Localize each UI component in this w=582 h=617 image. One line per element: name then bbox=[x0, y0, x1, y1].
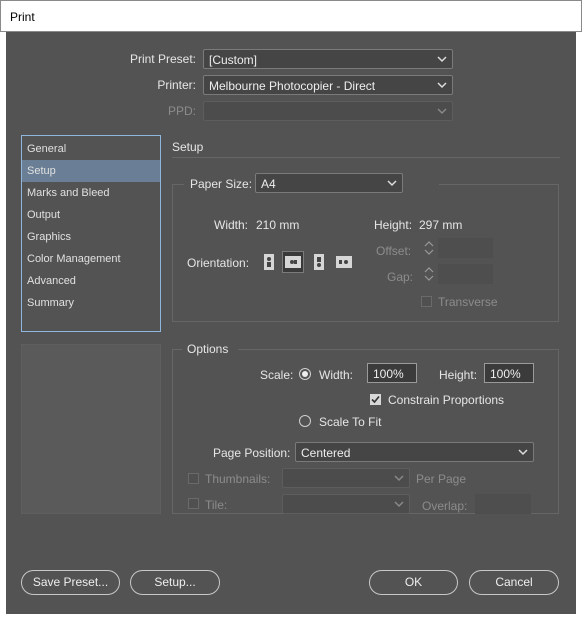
per-page-label: Per Page bbox=[416, 472, 467, 486]
overlap-input[interactable] bbox=[475, 494, 531, 514]
reverse-landscape-icon bbox=[336, 256, 352, 268]
height-label: Height: bbox=[374, 218, 413, 232]
page-position-select[interactable]: Centered bbox=[295, 442, 534, 462]
orientation-label: Orientation: bbox=[187, 256, 250, 270]
paper-size-label: Paper Size: bbox=[190, 177, 253, 191]
scale-to-fit-radio[interactable] bbox=[299, 415, 311, 427]
divider bbox=[172, 157, 560, 158]
scale-height-input[interactable]: 100% bbox=[484, 363, 534, 383]
gap-stepper-icon[interactable] bbox=[422, 264, 436, 284]
check-icon bbox=[371, 395, 380, 404]
sidebar-item-setup[interactable]: Setup bbox=[22, 160, 160, 182]
ppd-label: PPD: bbox=[167, 104, 196, 118]
constrain-proportions-label: Constrain Proportions bbox=[388, 393, 505, 407]
sidebar-item-label: Advanced bbox=[27, 275, 76, 287]
sidebar-item-advanced[interactable]: Advanced bbox=[22, 270, 160, 292]
scale-width-value: 100% bbox=[373, 367, 404, 381]
setup-heading: Setup bbox=[172, 140, 204, 154]
window-title: Print bbox=[10, 10, 35, 24]
printer-select[interactable]: Melbourne Photocopier - Direct bbox=[203, 75, 453, 95]
sidebar-item-label: Setup bbox=[27, 165, 56, 177]
setup-button[interactable]: Setup... bbox=[130, 570, 220, 595]
landscape-icon bbox=[285, 256, 301, 268]
chevron-down-icon bbox=[387, 180, 397, 187]
landscape-orientation-button[interactable] bbox=[282, 251, 304, 273]
thumbnails-label: Thumbnails: bbox=[205, 472, 271, 486]
sidebar-item-summary[interactable]: Summary bbox=[22, 292, 160, 314]
sidebar-item-label: Output bbox=[27, 209, 61, 221]
sidebar-item-label: Color Management bbox=[27, 253, 121, 265]
transverse-label: Transverse bbox=[438, 295, 498, 309]
tile-label: Tile: bbox=[205, 498, 228, 512]
portrait-orientation-button[interactable] bbox=[260, 252, 278, 272]
print-dialog: Print Preset: [Custom] Printer: Melbourn… bbox=[6, 32, 576, 614]
chevron-down-icon bbox=[437, 56, 447, 63]
transverse-checkbox[interactable] bbox=[421, 296, 432, 307]
chevron-down-icon bbox=[437, 82, 447, 89]
offset-input[interactable] bbox=[438, 238, 493, 258]
sidebar-item-label: Summary bbox=[27, 297, 75, 309]
cancel-button[interactable]: Cancel bbox=[469, 570, 559, 595]
paper-size-select[interactable]: A4 bbox=[255, 173, 403, 193]
printer-value: Melbourne Photocopier - Direct bbox=[209, 79, 376, 93]
offset-label: Offset: bbox=[376, 244, 412, 258]
ok-button[interactable]: OK bbox=[369, 570, 458, 595]
reverse-landscape-orientation-button[interactable] bbox=[334, 252, 352, 272]
print-preset-select[interactable]: [Custom] bbox=[203, 49, 453, 69]
sidebar-item-color-management[interactable]: Color Management bbox=[22, 248, 160, 270]
height-value: 297 mm bbox=[419, 218, 463, 232]
scale-width-label: Width: bbox=[319, 368, 354, 382]
scale-label: Scale: bbox=[260, 368, 294, 382]
tile-select[interactable] bbox=[282, 494, 410, 514]
options-heading: Options bbox=[187, 342, 229, 356]
tile-checkbox[interactable] bbox=[188, 498, 199, 509]
print-preset-label: Print Preset: bbox=[129, 52, 196, 66]
scale-to-fit-label: Scale To Fit bbox=[319, 415, 382, 429]
scale-width-radio[interactable] bbox=[299, 368, 311, 380]
overlap-label: Overlap: bbox=[422, 499, 468, 513]
width-value: 210 mm bbox=[256, 218, 300, 232]
chevron-down-icon bbox=[394, 475, 404, 482]
sidebar-item-label: General bbox=[27, 143, 67, 155]
printer-label: Printer: bbox=[157, 78, 196, 92]
sidebar-item-marks-and-bleed[interactable]: Marks and Bleed bbox=[22, 182, 160, 204]
width-label: Width: bbox=[214, 218, 249, 232]
portrait-icon bbox=[264, 254, 274, 270]
ppd-select[interactable] bbox=[203, 101, 453, 121]
sidebar-item-label: Graphics bbox=[27, 231, 72, 243]
offset-stepper-icon[interactable] bbox=[422, 238, 436, 258]
sidebar-item-graphics[interactable]: Graphics bbox=[22, 226, 160, 248]
reverse-portrait-orientation-button[interactable] bbox=[310, 252, 328, 272]
sidebar-item-label: Marks and Bleed bbox=[27, 187, 110, 199]
thumbnails-checkbox[interactable] bbox=[188, 473, 199, 484]
scale-height-value: 100% bbox=[490, 367, 521, 381]
page-preview bbox=[21, 344, 161, 514]
paper-size-value: A4 bbox=[261, 177, 276, 191]
setup-group bbox=[172, 184, 559, 322]
category-list: General Setup Marks and Bleed Output Gra… bbox=[21, 135, 161, 332]
sidebar-item-output[interactable]: Output bbox=[22, 204, 160, 226]
constrain-proportions-checkbox[interactable] bbox=[370, 394, 381, 405]
print-preset-value: [Custom] bbox=[209, 53, 258, 67]
scale-width-input[interactable]: 100% bbox=[367, 363, 417, 383]
gap-label: Gap: bbox=[387, 270, 414, 284]
title-bar: Print bbox=[0, 0, 582, 32]
thumbnails-select[interactable] bbox=[282, 468, 410, 488]
scale-height-label: Height: bbox=[439, 368, 478, 382]
chevron-down-icon bbox=[518, 449, 528, 456]
sidebar-item-general[interactable]: General bbox=[22, 138, 160, 160]
save-preset-button[interactable]: Save Preset... bbox=[21, 570, 120, 595]
chevron-down-icon bbox=[394, 501, 404, 508]
page-position-value: Centered bbox=[301, 446, 351, 460]
gap-input[interactable] bbox=[438, 264, 493, 284]
page-position-label: Page Position: bbox=[213, 446, 291, 460]
chevron-down-icon bbox=[437, 108, 447, 115]
reverse-portrait-icon bbox=[314, 254, 324, 270]
